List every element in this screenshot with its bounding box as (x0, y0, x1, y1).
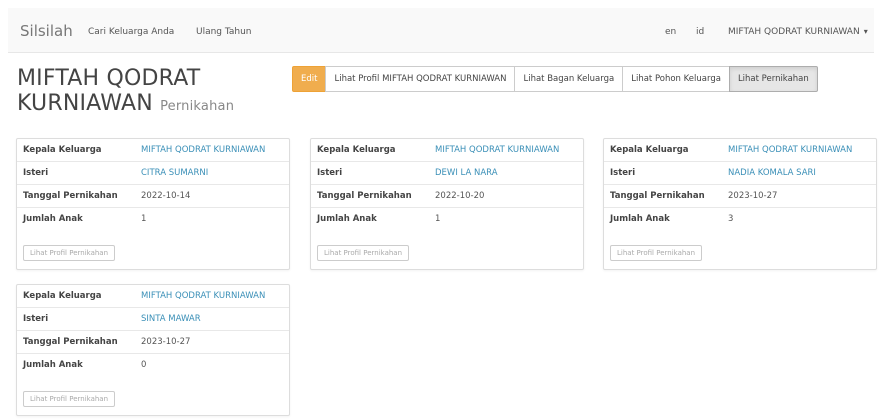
wife-link[interactable]: SINTA MAWAR (135, 307, 289, 331)
label-wife: Isteri (17, 307, 135, 331)
head-link[interactable]: MIFTAH QODRAT KURNIAWAN (135, 285, 289, 308)
marriage-table: Kepala Keluarga MIFTAH QODRAT KURNIAWAN I… (604, 139, 876, 230)
children-count: 3 (722, 207, 876, 230)
view-family-tree-button[interactable]: Lihat Pohon Keluarga (622, 66, 730, 92)
navbar-inner: Silsilah Cari Keluarga Anda Ulang Tahun … (8, 8, 874, 53)
label-head: Kepala Keluarga (317, 145, 396, 155)
view-marriage-profile-button[interactable]: Lihat Profil Pernikahan (317, 245, 410, 261)
page-subtitle: Pernikahan (160, 99, 235, 114)
wife-link[interactable]: NADIA KOMALA SARI (722, 161, 876, 185)
lang-id-link[interactable]: id (696, 27, 704, 37)
children-count: 0 (135, 353, 289, 376)
marriage-date: 2023-10-27 (722, 184, 876, 208)
page-title: MIFTAH QODRAT KURNIAWAN Pernikahan (17, 66, 277, 119)
marriage-table: Kepala Keluarga MIFTAH QODRAT KURNIAWAN I… (17, 285, 289, 376)
label-children: Jumlah Anak (311, 207, 429, 230)
label-date: Tanggal Pernikahan (17, 184, 135, 208)
label-head: Kepala Keluarga (610, 145, 689, 155)
marriage-card: Kepala Keluarga MIFTAH QODRAT KURNIAWAN I… (603, 138, 877, 270)
label-wife: Isteri (17, 161, 135, 185)
marriage-date: 2022-10-14 (135, 184, 289, 208)
user-menu[interactable]: MIFTAH QODRAT KURNIAWAN ▾ (728, 27, 868, 37)
marriage-card: Kepala Keluarga MIFTAH QODRAT KURNIAWAN I… (310, 138, 584, 270)
view-marriage-profile-button[interactable]: Lihat Profil Pernikahan (610, 245, 703, 261)
marriage-card: Kepala Keluarga MIFTAH QODRAT KURNIAWAN I… (16, 138, 290, 270)
head-link[interactable]: MIFTAH QODRAT KURNIAWAN (429, 139, 583, 162)
head-link[interactable]: MIFTAH QODRAT KURNIAWAN (722, 139, 876, 162)
wife-link[interactable]: CITRA SUMARNI (135, 161, 289, 185)
label-wife: Isteri (604, 161, 722, 185)
view-marriages-button[interactable]: Lihat Pernikahan (728, 66, 818, 92)
label-head: Kepala Keluarga (23, 145, 102, 155)
label-date: Tanggal Pernikahan (604, 184, 722, 208)
view-marriage-profile-button[interactable]: Lihat Profil Pernikahan (23, 245, 116, 261)
wife-link[interactable]: DEWI LA NARA (429, 161, 583, 185)
label-head: Kepala Keluarga (23, 291, 102, 301)
marriage-date: 2022-10-20 (429, 184, 583, 208)
view-profile-button[interactable]: Lihat Profil MIFTAH QODRAT KURNIAWAN (325, 66, 516, 92)
label-date: Tanggal Pernikahan (311, 184, 429, 208)
children-count: 1 (429, 207, 583, 230)
marriage-card: Kepala Keluarga MIFTAH QODRAT KURNIAWAN I… (16, 284, 290, 416)
label-date: Tanggal Pernikahan (17, 330, 135, 354)
marriage-table: Kepala Keluarga MIFTAH QODRAT KURNIAWAN I… (311, 139, 583, 230)
brand-link[interactable]: Silsilah (20, 22, 73, 40)
view-marriage-profile-button[interactable]: Lihat Profil Pernikahan (23, 391, 116, 407)
nav-link-birthdays[interactable]: Ulang Tahun (196, 27, 252, 37)
navbar: Silsilah Cari Keluarga Anda Ulang Tahun … (0, 0, 882, 58)
edit-button[interactable]: Edit (292, 66, 327, 92)
action-buttons: Edit Lihat Profil MIFTAH QODRAT KURNIAWA… (292, 66, 818, 92)
label-children: Jumlah Anak (17, 207, 135, 230)
caret-down-icon: ▾ (863, 27, 868, 36)
nav-link-search-family[interactable]: Cari Keluarga Anda (88, 27, 174, 37)
marriage-date: 2023-10-27 (135, 330, 289, 354)
head-link[interactable]: MIFTAH QODRAT KURNIAWAN (135, 139, 289, 162)
lang-en-link[interactable]: en (665, 27, 676, 37)
children-count: 1 (135, 207, 289, 230)
user-name: MIFTAH QODRAT KURNIAWAN (728, 27, 860, 37)
view-family-chart-button[interactable]: Lihat Bagan Keluarga (514, 66, 624, 92)
label-wife: Isteri (311, 161, 429, 185)
label-children: Jumlah Anak (17, 353, 135, 376)
marriage-table: Kepala Keluarga MIFTAH QODRAT KURNIAWAN I… (17, 139, 289, 230)
label-children: Jumlah Anak (604, 207, 722, 230)
